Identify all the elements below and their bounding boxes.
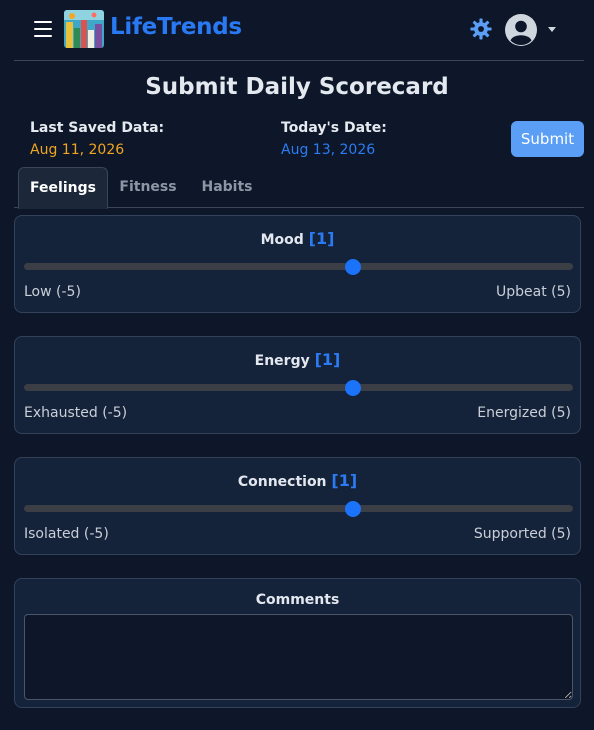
mood-slider-thumb[interactable] — [345, 258, 362, 275]
brand-name[interactable]: LifeTrends — [110, 14, 242, 40]
gear-icon[interactable] — [470, 18, 492, 40]
tab-habits[interactable]: Habits — [192, 167, 262, 208]
energy-slider-thumb[interactable] — [345, 379, 362, 396]
today-date: Aug 13, 2026 — [281, 142, 376, 158]
scorecard-tabs: Feelings Fitness Habits — [14, 167, 584, 209]
mood-slider[interactable] — [24, 258, 573, 275]
mood-title: Mood [1] — [15, 229, 580, 248]
scorecard-page: LifeTrends Submit Daily Scorecard Last S… — [0, 0, 594, 730]
page-title: Submit Daily Scorecard — [145, 74, 449, 100]
energy-value: [1] — [314, 350, 341, 369]
mood-value: [1] — [308, 229, 335, 248]
connection-title: Connection [1] — [15, 471, 580, 490]
energy-slider[interactable] — [24, 379, 573, 396]
last-saved-label: Last Saved Data: — [30, 120, 165, 136]
energy-title: Energy [1] — [15, 350, 580, 369]
connection-low-label: Isolated (-5) — [24, 526, 109, 542]
today-date-label: Today's Date: — [281, 120, 387, 136]
connection-slider[interactable] — [24, 500, 573, 517]
energy-card: Energy [1] Exhausted (-5) Energized (5) — [14, 336, 581, 434]
last-saved-date: Aug 11, 2026 — [30, 142, 125, 158]
user-avatar-icon[interactable] — [505, 14, 537, 46]
caret-down-icon[interactable] — [548, 27, 556, 32]
app-logo-icon[interactable] — [64, 10, 104, 48]
comments-card: Comments — [14, 578, 581, 708]
mood-label: Mood — [260, 232, 304, 248]
connection-slider-thumb[interactable] — [345, 500, 362, 517]
energy-label: Energy — [254, 353, 310, 369]
hamburger-menu-icon[interactable] — [34, 21, 52, 37]
comments-textarea[interactable] — [24, 614, 573, 700]
tab-feelings[interactable]: Feelings — [18, 167, 108, 209]
energy-high-label: Energized (5) — [477, 405, 571, 421]
connection-value: [1] — [331, 471, 358, 490]
submit-button[interactable]: Submit — [511, 121, 584, 157]
connection-high-label: Supported (5) — [473, 526, 571, 542]
connection-label: Connection — [237, 474, 327, 490]
navbar: LifeTrends — [14, 0, 584, 61]
energy-low-label: Exhausted (-5) — [24, 405, 128, 421]
mood-high-label: Upbeat (5) — [496, 284, 571, 300]
connection-card: Connection [1] Isolated (-5) Supported (… — [14, 457, 581, 555]
comments-title: Comments — [255, 592, 340, 608]
tab-fitness[interactable]: Fitness — [112, 167, 184, 208]
mood-card: Mood [1] Low (-5) Upbeat (5) — [14, 215, 581, 313]
mood-low-label: Low (-5) — [24, 284, 81, 300]
